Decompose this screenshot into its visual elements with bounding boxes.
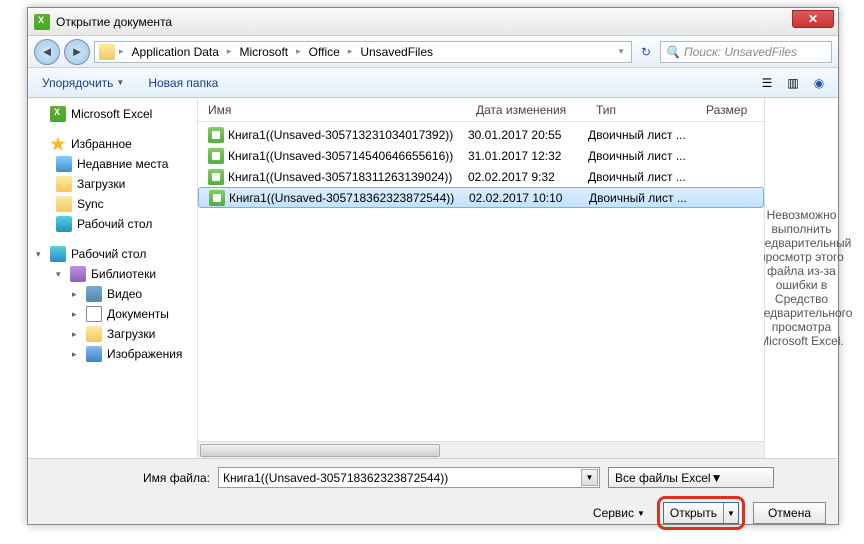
sidebar-item-downloads[interactable]: Загрузки (28, 174, 197, 194)
back-button[interactable]: ◄ (34, 39, 60, 65)
breadcrumb[interactable]: ▸ Application Data ▸ Microsoft ▸ Office … (94, 41, 632, 63)
body-area: Microsoft Excel Избранное Недавние места… (28, 98, 838, 458)
folder-icon (99, 44, 115, 60)
breadcrumb-item[interactable]: Office (305, 45, 344, 59)
star-icon (50, 136, 66, 152)
excel-icon (50, 106, 66, 122)
chevron-down-icon[interactable]: ▼ (724, 509, 738, 518)
file-row[interactable]: Книга1((Unsaved-305713231034017392)) 30.… (198, 124, 764, 145)
preview-panel: Невозможно выполнить предварительный про… (764, 98, 838, 458)
chevron-down-icon[interactable]: ▼ (711, 471, 723, 485)
file-row[interactable]: Книга1((Unsaved-305714540646655616)) 31.… (198, 145, 764, 166)
search-placeholder: Поиск: UnsavedFiles (684, 45, 797, 59)
close-button[interactable]: ✕ (792, 10, 834, 28)
scrollbar-thumb[interactable] (200, 444, 440, 457)
horizontal-scrollbar[interactable] (198, 441, 764, 458)
chevron-down-icon: ▼ (637, 509, 645, 518)
window-title: Открытие документа (56, 15, 172, 29)
filename-label: Имя файла: (40, 471, 210, 485)
file-area: Имя Дата изменения Тип Размер Книга1((Un… (198, 98, 838, 458)
bottom-area: Имя файла: Книга1((Unsaved-3057183623238… (28, 458, 838, 524)
cancel-button[interactable]: Отмена (753, 502, 826, 524)
column-headers: Имя Дата изменения Тип Размер (198, 98, 764, 122)
titlebar: Открытие документа ✕ (28, 8, 838, 36)
breadcrumb-item[interactable]: Microsoft (235, 45, 292, 59)
xlsb-icon (208, 169, 224, 185)
chevron-right-icon: ▸ (294, 46, 303, 57)
sidebar-item-recent[interactable]: Недавние места (28, 154, 197, 174)
sidebar-item-downloads2[interactable]: ▸Загрузки (28, 324, 197, 344)
column-name[interactable]: Имя (202, 103, 470, 117)
navbar: ◄ ► ▸ Application Data ▸ Microsoft ▸ Off… (28, 36, 838, 68)
desktop-icon (50, 246, 66, 262)
xlsb-icon (208, 148, 224, 164)
video-icon (86, 286, 102, 302)
chevron-down-icon: ▼ (116, 78, 124, 87)
sidebar-item-documents[interactable]: ▸Документы (28, 304, 197, 324)
library-icon (70, 266, 86, 282)
search-input[interactable]: 🔍 Поиск: UnsavedFiles (660, 41, 832, 63)
preview-error-text: Невозможно выполнить предварительный про… (751, 208, 853, 348)
new-folder-button[interactable]: Новая папка (142, 74, 224, 92)
sidebar-item-videos[interactable]: ▸Видео (28, 284, 197, 304)
folder-icon (56, 176, 72, 192)
column-date[interactable]: Дата изменения (470, 103, 590, 117)
column-type[interactable]: Тип (590, 103, 700, 117)
column-size[interactable]: Размер (700, 103, 760, 117)
forward-button[interactable]: ► (64, 39, 90, 65)
document-icon (86, 306, 102, 322)
xlsb-icon (209, 190, 225, 206)
sidebar: Microsoft Excel Избранное Недавние места… (28, 98, 198, 458)
folder-icon (56, 196, 72, 212)
xlsb-icon (208, 127, 224, 143)
service-dropdown[interactable]: Сервис ▼ (593, 506, 645, 520)
recent-icon (56, 156, 72, 172)
sidebar-item-desktop2[interactable]: ▾Рабочий стол (28, 244, 197, 264)
view-mode-button[interactable]: ☰ (756, 73, 778, 93)
desktop-icon (56, 216, 72, 232)
open-button-highlight: Открыть ▼ (657, 496, 745, 530)
breadcrumb-item[interactable]: UnsavedFiles (356, 45, 437, 59)
sidebar-item-desktop[interactable]: Рабочий стол (28, 214, 197, 234)
file-rows: Книга1((Unsaved-305713231034017392)) 30.… (198, 122, 764, 210)
help-button[interactable]: ◉ (808, 73, 830, 93)
sidebar-item-sync[interactable]: Sync (28, 194, 197, 214)
folder-icon (86, 326, 102, 342)
chevron-down-icon[interactable]: ▼ (581, 469, 598, 486)
file-row[interactable]: Книга1((Unsaved-305718311263139024)) 02.… (198, 166, 764, 187)
filename-input[interactable]: Книга1((Unsaved-305718362323872544)) ▼ (218, 467, 600, 488)
chevron-right-icon: ▸ (346, 46, 355, 57)
toolbar: Упорядочить ▼ Новая папка ☰ ▥ ◉ (28, 68, 838, 98)
open-button[interactable]: Открыть ▼ (663, 502, 739, 524)
preview-toggle-button[interactable]: ▥ (782, 73, 804, 93)
chevron-right-icon: ▸ (117, 46, 126, 57)
file-row-selected[interactable]: Книга1((Unsaved-305718362323872544)) 02.… (198, 187, 764, 208)
breadcrumb-item[interactable]: Application Data (128, 45, 223, 59)
file-filter-combo[interactable]: Все файлы Excel ▼ (608, 467, 774, 488)
open-dialog: Открытие документа ✕ ◄ ► ▸ Application D… (27, 7, 839, 525)
sidebar-item-favorites[interactable]: Избранное (28, 134, 197, 154)
refresh-button[interactable]: ↻ (636, 42, 656, 62)
sidebar-item-excel[interactable]: Microsoft Excel (28, 104, 197, 124)
excel-icon (34, 14, 50, 30)
sidebar-item-images[interactable]: ▸Изображения (28, 344, 197, 364)
chevron-down-icon[interactable]: ▼ (615, 47, 627, 56)
file-list: Имя Дата изменения Тип Размер Книга1((Un… (198, 98, 764, 458)
chevron-right-icon: ▸ (225, 46, 234, 57)
image-icon (86, 346, 102, 362)
organize-button[interactable]: Упорядочить ▼ (36, 74, 130, 92)
search-icon: 🔍 (665, 45, 680, 59)
sidebar-item-libraries[interactable]: ▾Библиотеки (28, 264, 197, 284)
